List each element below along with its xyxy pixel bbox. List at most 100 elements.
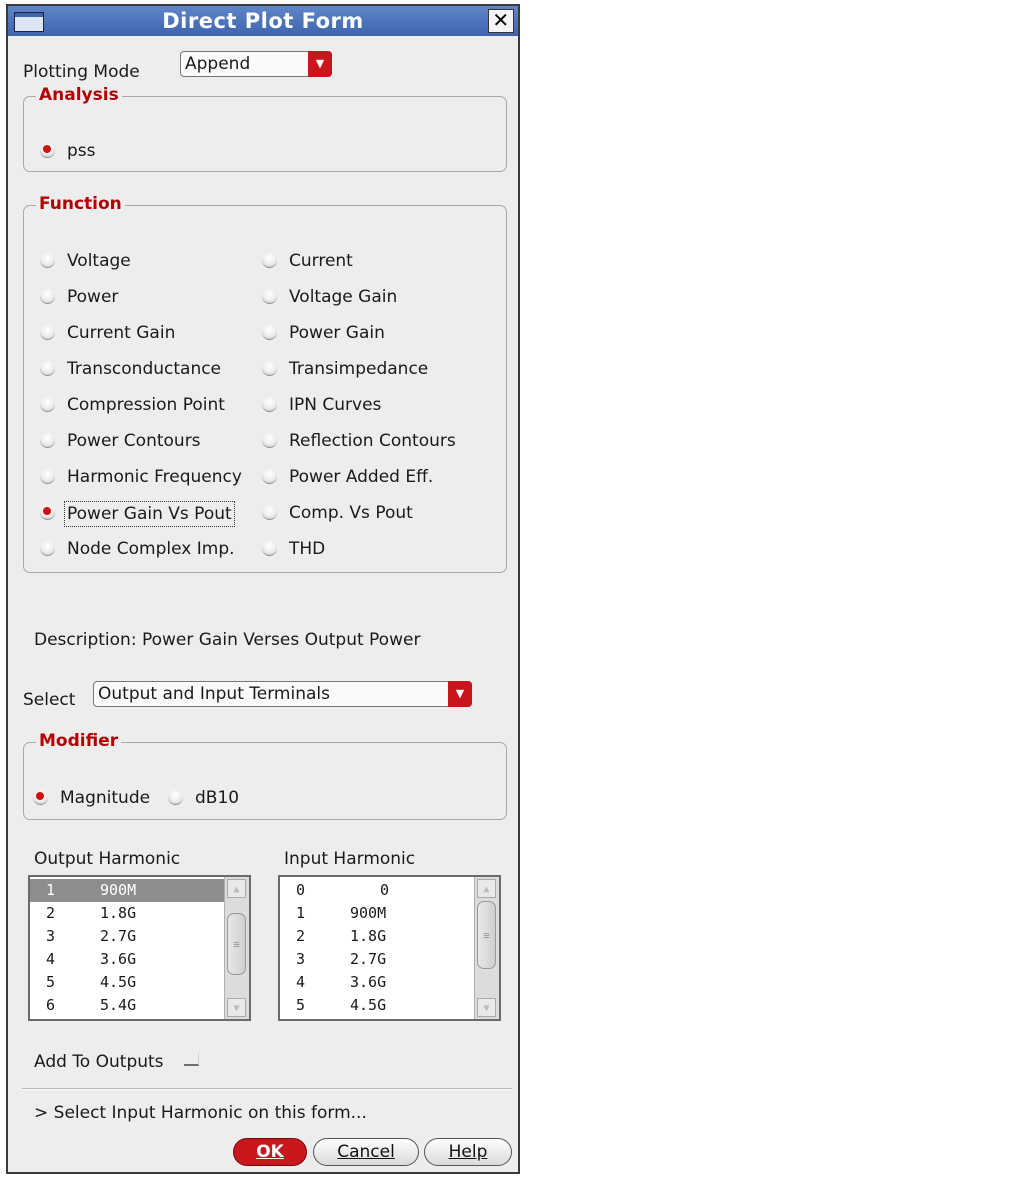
list-item[interactable]: 3 2.7G xyxy=(30,925,224,948)
radio-function-reflection-contours[interactable]: Reflection Contours xyxy=(262,429,472,453)
output-harmonic-list[interactable]: 1 900M 2 1.8G 3 2.7G 4 3.6G 5 4.5G 6 5.4G ▲ ≡ … xyxy=(28,875,251,1021)
radio-modifier-magnitude[interactable]: Magnitude xyxy=(33,786,158,810)
cancel-button-label: Cancel xyxy=(337,1142,395,1162)
radio-label: pss xyxy=(67,141,96,161)
harmonic-index: 2 xyxy=(46,904,56,922)
radio-label: Voltage Gain xyxy=(289,287,398,307)
function-group: Function Voltage Power Current Gain Tran… xyxy=(23,194,507,573)
radio-label: Current Gain xyxy=(67,323,176,343)
arrow-down-icon[interactable]: ▼ xyxy=(227,998,246,1017)
radio-button-icon xyxy=(262,541,277,556)
radio-function-harmonic-frequency[interactable]: Harmonic Frequency xyxy=(40,465,255,489)
list-item[interactable]: 2 1.8G xyxy=(280,925,474,948)
radio-function-transimpedance[interactable]: Transimpedance xyxy=(262,357,462,381)
list-item[interactable]: 00 xyxy=(280,879,474,902)
list-item[interactable]: 4 3.6G xyxy=(280,971,474,994)
radio-function-voltage-gain[interactable]: Voltage Gain xyxy=(262,285,462,309)
radio-label: IPN Curves xyxy=(289,395,382,415)
radio-button-icon xyxy=(262,505,277,520)
radio-label: Compression Point xyxy=(67,395,225,415)
radio-function-current[interactable]: Current xyxy=(262,249,462,273)
harmonic-index: 1 xyxy=(46,881,56,899)
radio-analysis-pss[interactable]: pss xyxy=(40,139,160,163)
arrow-up-icon[interactable]: ▲ xyxy=(227,879,246,898)
radio-label: dB10 xyxy=(195,788,240,808)
radio-function-current-gain[interactable]: Current Gain xyxy=(40,321,250,345)
radio-function-power-gain-vs-pout[interactable]: Power Gain Vs Pout xyxy=(40,501,250,527)
radio-button-icon xyxy=(262,397,277,412)
harmonic-frequency: 3.6G xyxy=(350,973,387,991)
radio-button-icon xyxy=(40,505,55,520)
radio-button-icon xyxy=(40,253,55,268)
scroll-thumb[interactable]: ≡ xyxy=(477,901,496,969)
radio-button-icon xyxy=(33,790,48,805)
radio-button-icon xyxy=(262,325,277,340)
list-item[interactable]: 3 2.7G xyxy=(280,948,474,971)
radio-label: Reflection Contours xyxy=(289,431,456,451)
list-item[interactable]: 1 900M xyxy=(280,902,474,925)
help-button[interactable]: Help xyxy=(424,1138,512,1166)
radio-button-icon xyxy=(40,541,55,556)
add-to-outputs-checkbox[interactable] xyxy=(184,1053,199,1066)
radio-label: Power xyxy=(67,287,119,307)
radio-label: Current xyxy=(289,251,353,271)
radio-button-icon xyxy=(262,433,277,448)
radio-label: Transimpedance xyxy=(289,359,429,379)
arrow-up-icon[interactable]: ▲ xyxy=(477,879,496,898)
radio-label: Node Complex Imp. xyxy=(67,539,235,559)
radio-function-power-contours[interactable]: Power Contours xyxy=(40,429,250,453)
list-item[interactable]: 4 3.6G xyxy=(30,948,224,971)
plotting-mode-label: Plotting Mode xyxy=(23,62,140,82)
harmonic-index: 0 xyxy=(296,881,306,899)
radio-label: Power Gain xyxy=(289,323,385,343)
title-bar[interactable]: Direct Plot Form ✕ xyxy=(8,6,518,36)
radio-function-transconductance[interactable]: Transconductance xyxy=(40,357,250,381)
harmonic-index: 1 xyxy=(296,904,306,922)
harmonic-index: 4 xyxy=(296,973,306,991)
add-to-outputs-label: Add To Outputs xyxy=(34,1052,164,1072)
list-item[interactable]: 1 900M xyxy=(30,879,224,902)
arrow-down-icon[interactable]: ▼ xyxy=(477,998,496,1017)
harmonic-index: 5 xyxy=(296,996,306,1014)
radio-modifier-db10[interactable]: dB10 xyxy=(168,786,248,810)
ok-button[interactable]: OK xyxy=(233,1138,307,1166)
terminals-select[interactable]: Output and Input Terminals ▼ xyxy=(93,681,472,707)
radio-button-icon xyxy=(40,469,55,484)
window-menu-icon[interactable] xyxy=(14,12,44,32)
radio-function-thd[interactable]: THD xyxy=(262,537,462,561)
harmonic-frequency: 5.4G xyxy=(100,996,137,1014)
close-icon[interactable]: ✕ xyxy=(488,9,514,33)
list-item[interactable]: 5 4.5G xyxy=(30,971,224,994)
input-harmonic-scrollbar[interactable]: ▲ ≡ ▼ xyxy=(474,877,499,1019)
radio-function-power-added-eff[interactable]: Power Added Eff. xyxy=(262,465,462,489)
radio-label: Transconductance xyxy=(67,359,222,379)
cancel-button[interactable]: Cancel xyxy=(313,1138,419,1166)
radio-label: Power Added Eff. xyxy=(289,467,434,487)
radio-function-compression-point[interactable]: Compression Point xyxy=(40,393,250,417)
chevron-down-icon: ▼ xyxy=(448,681,472,707)
output-harmonic-scrollbar[interactable]: ▲ ≡ ▼ xyxy=(224,877,249,1019)
plotting-mode-select[interactable]: Append ▼ xyxy=(180,51,332,77)
function-group-title: Function xyxy=(36,194,125,214)
list-item[interactable]: 6 5.4G xyxy=(30,994,224,1017)
radio-function-voltage[interactable]: Voltage xyxy=(40,249,250,273)
input-harmonic-list[interactable]: 00 1 900M 2 1.8G 3 2.7G 4 3.6G 5 4.5G ▲ ≡ ▼ xyxy=(278,875,501,1021)
radio-function-power-gain[interactable]: Power Gain xyxy=(262,321,462,345)
scroll-thumb[interactable]: ≡ xyxy=(227,913,246,975)
radio-function-ipn-curves[interactable]: IPN Curves xyxy=(262,393,462,417)
radio-label: Voltage xyxy=(67,251,131,271)
harmonic-frequency: 900M xyxy=(350,904,387,922)
chevron-down-icon: ▼ xyxy=(308,51,332,77)
radio-function-power[interactable]: Power xyxy=(40,285,250,309)
radio-button-icon xyxy=(40,397,55,412)
output-harmonic-label: Output Harmonic xyxy=(34,849,181,869)
list-item[interactable]: 5 4.5G xyxy=(280,994,474,1017)
radio-button-icon xyxy=(262,253,277,268)
radio-button-icon xyxy=(168,790,183,805)
analysis-group-title: Analysis xyxy=(36,85,122,105)
radio-function-node-complex-imp[interactable]: Node Complex Imp. xyxy=(40,537,250,561)
radio-function-comp-vs-pout[interactable]: Comp. Vs Pout xyxy=(262,501,462,525)
list-item[interactable]: 2 1.8G xyxy=(30,902,224,925)
harmonic-frequency: 1.8G xyxy=(350,927,387,945)
modifier-group-title: Modifier xyxy=(36,731,122,751)
